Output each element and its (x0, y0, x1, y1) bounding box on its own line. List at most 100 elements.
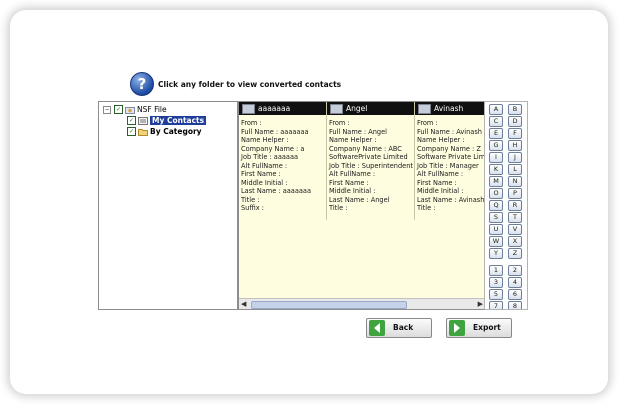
letter-button-o[interactable]: O (489, 188, 503, 199)
contact-field: Suffix : (241, 204, 264, 212)
tree-root[interactable]: − ✓ NSF File (103, 105, 167, 114)
letter-button-a[interactable]: A (489, 104, 503, 115)
contact-field: Full Name : aaaaaaa (241, 127, 309, 136)
letter-button-k[interactable]: K (489, 164, 503, 175)
contact-card-header: Angel (327, 102, 414, 115)
number-button-6[interactable]: 6 (508, 289, 522, 300)
letter-button-l[interactable]: L (508, 164, 522, 175)
number-button-4[interactable]: 4 (508, 277, 522, 288)
my-contacts-checkbox[interactable]: ✓ (127, 116, 136, 125)
contact-field: Company Name : ABC (329, 144, 402, 153)
alphabet-index-panel: ABCDEFGHIJKLMNOPQRSTUVWXYZ12345678 (484, 101, 528, 310)
contact-field: From : (329, 119, 350, 127)
contact-field: First Name : (241, 170, 281, 178)
contact-field: Middle Initial : (417, 187, 464, 195)
letter-button-e[interactable]: E (489, 128, 503, 139)
letter-button-c[interactable]: C (489, 116, 503, 127)
letter-button-w[interactable]: W (489, 236, 503, 247)
back-arrow-icon (369, 320, 385, 336)
number-button-2[interactable]: 2 (508, 265, 522, 276)
contact-field: Last Name : Avinash (417, 195, 485, 204)
nsf-file-icon (125, 106, 135, 114)
contact-field: Alt FullName : (417, 170, 464, 178)
contact-card[interactable]: Avinash From : Full Name : Avinash Name … (415, 102, 485, 220)
contact-field: Alt FullName : (329, 170, 376, 178)
tree-root-label: NSF File (137, 105, 167, 114)
contact-field: SoftwarePrivate Limited (329, 153, 408, 161)
letter-button-t[interactable]: T (508, 212, 522, 223)
letter-button-y[interactable]: Y (489, 248, 503, 259)
letter-button-g[interactable]: G (489, 140, 503, 151)
letter-button-v[interactable]: V (508, 224, 522, 235)
letter-button-b[interactable]: B (508, 104, 522, 115)
forward-arrow-icon (449, 320, 465, 336)
contact-card-icon (330, 103, 343, 114)
letter-button-n[interactable]: N (508, 176, 522, 187)
contact-field: Name Helper : (241, 136, 289, 144)
contact-field: Job Title : aaaaaa (241, 153, 299, 161)
contact-card-icon (242, 103, 255, 114)
horizontal-scrollbar[interactable]: ◀ ▶ (239, 298, 485, 309)
contact-field: From : (241, 119, 262, 127)
root-checkbox[interactable]: ✓ (114, 105, 123, 114)
contact-field: From : (417, 119, 438, 127)
letter-button-q[interactable]: Q (489, 200, 503, 211)
back-button-label: Back (393, 323, 414, 332)
number-button-8[interactable]: 8 (508, 301, 522, 309)
letter-button-m[interactable]: M (489, 176, 503, 187)
contact-field: Name Helper : (329, 136, 377, 144)
contact-field: Full Name : Angel (329, 127, 388, 136)
contact-field: Middle Initial : (329, 187, 376, 195)
folder-tree: − ✓ NSF File ✓ My Contacts ✓ By Category (98, 101, 238, 310)
contact-field: Software Private Limited (417, 153, 485, 161)
back-button[interactable]: Back (366, 318, 432, 338)
number-button-3[interactable]: 3 (489, 277, 503, 288)
letter-button-z[interactable]: Z (508, 248, 522, 259)
folder-icon (138, 128, 148, 136)
letter-button-j[interactable]: J (508, 152, 522, 163)
contacts-folder-icon (138, 116, 148, 125)
export-button[interactable]: Export (446, 318, 512, 338)
contact-field: Company Name : a (241, 144, 305, 153)
export-button-label: Export (473, 323, 501, 332)
number-button-1[interactable]: 1 (489, 265, 503, 276)
by-category-checkbox[interactable]: ✓ (127, 127, 136, 136)
contact-field: Title : (241, 195, 260, 204)
tree-item-label: By Category (150, 127, 202, 136)
contact-field: Title : (329, 204, 348, 212)
scroll-right-arrow-icon[interactable]: ▶ (478, 300, 483, 308)
contact-field: First Name : (329, 178, 369, 187)
help-icon[interactable]: ? (130, 72, 154, 96)
letter-button-i[interactable]: I (489, 152, 503, 163)
letter-button-p[interactable]: P (508, 188, 522, 199)
contact-card[interactable]: Angel From : Full Name : Angel Name Help… (327, 102, 415, 220)
letter-button-d[interactable]: D (508, 116, 522, 127)
contact-field: Full Name : Avinash (417, 127, 482, 136)
contact-field: Last Name : Angel (329, 195, 390, 204)
contact-name: Avinash (434, 104, 464, 113)
contact-field: Alt FullName : (241, 161, 288, 170)
letter-button-h[interactable]: H (508, 140, 522, 151)
number-button-5[interactable]: 5 (489, 289, 503, 300)
letter-button-x[interactable]: X (508, 236, 522, 247)
contact-field: Company Name : Z (417, 144, 481, 153)
letter-button-f[interactable]: F (508, 128, 522, 139)
tree-item-by-category[interactable]: ✓ By Category (127, 127, 202, 136)
contact-card-header: aaaaaaa (239, 102, 326, 115)
contact-field: Middle Initial : (241, 178, 288, 187)
collapse-toggle[interactable]: − (103, 105, 111, 114)
contact-field: Job Title : Manager (417, 161, 479, 170)
scrollbar-thumb[interactable] (251, 301, 407, 309)
tree-item-label: My Contacts (150, 116, 207, 125)
contact-field: Title : (417, 204, 436, 212)
letter-button-r[interactable]: R (508, 200, 522, 211)
contact-card[interactable]: aaaaaaa From : Full Name : aaaaaaa Name … (239, 102, 327, 220)
letter-button-u[interactable]: U (489, 224, 503, 235)
instruction-text: Click any folder to view converted conta… (158, 80, 342, 89)
contact-field: Name Helper : (417, 136, 465, 144)
tree-item-my-contacts[interactable]: ✓ My Contacts (127, 116, 207, 125)
scroll-left-arrow-icon[interactable]: ◀ (241, 300, 246, 308)
number-button-7[interactable]: 7 (489, 301, 503, 309)
contact-name: Angel (346, 104, 368, 113)
letter-button-s[interactable]: S (489, 212, 503, 223)
